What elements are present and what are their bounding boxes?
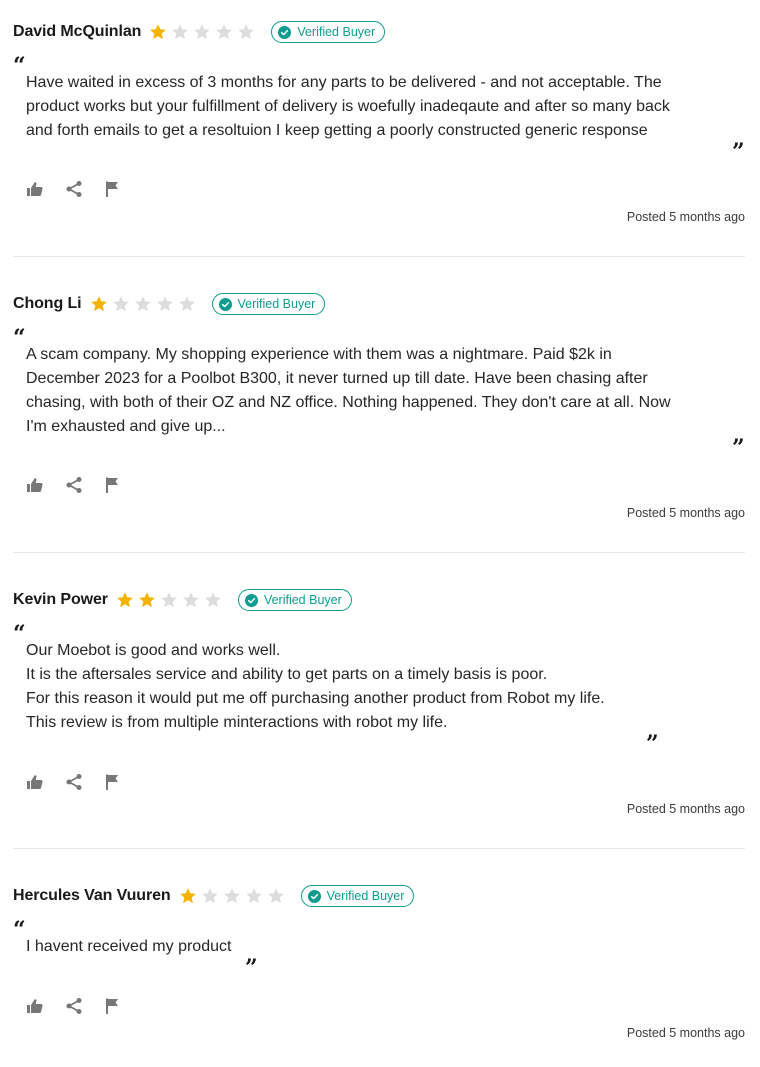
- star-icon: [215, 23, 233, 41]
- star-rating: [116, 591, 226, 609]
- review-text-line: Have waited in excess of 3 months for an…: [26, 74, 662, 91]
- review-actions: [26, 180, 143, 198]
- badge-label: Verified Buyer: [263, 593, 342, 607]
- review-card: Hercules Van Vuuren Verified Buyer: [13, 883, 745, 909]
- reviewer-name: Kevin Power: [13, 591, 108, 608]
- close-quote-icon: ”: [646, 731, 659, 757]
- star-icon: [160, 591, 178, 609]
- star-icon: [223, 887, 241, 905]
- review-text-line: and forth emails to get a resoltuion I k…: [26, 122, 648, 139]
- review-text: Our Moebot is good and works well. It is…: [26, 639, 736, 735]
- star-icon: [193, 23, 211, 41]
- review-actions: [26, 997, 143, 1015]
- star-icon: [179, 887, 197, 905]
- review-header: Chong Li Verified Buyer: [13, 291, 745, 317]
- thumbs-up-icon[interactable]: [26, 476, 44, 494]
- review-card: Chong Li Verified Buyer: [13, 291, 745, 317]
- divider: [13, 848, 745, 849]
- check-circle-icon: [307, 889, 321, 903]
- posted-date: Posted 5 months ago: [626, 1026, 745, 1040]
- badge-label: Verified Buyer: [237, 297, 316, 311]
- star-icon: [156, 295, 174, 313]
- posted-date: Posted 5 months ago: [626, 802, 745, 816]
- verified-buyer-badge: Verified Buyer: [271, 21, 386, 43]
- review-header: Hercules Van Vuuren Verified Buyer: [13, 883, 745, 909]
- review-actions: [26, 476, 143, 494]
- star-icon: [138, 591, 156, 609]
- close-quote-icon: ”: [732, 435, 745, 461]
- star-icon: [134, 295, 152, 313]
- reviewer-name: Chong Li: [13, 295, 82, 312]
- review-text-line: I havent received my product: [26, 938, 232, 955]
- share-icon[interactable]: [65, 773, 83, 791]
- star-icon: [90, 295, 108, 313]
- posted-date: Posted 5 months ago: [626, 506, 745, 520]
- star-rating: [90, 295, 200, 313]
- share-icon[interactable]: [65, 476, 83, 494]
- review-text-line: product works but your fulfillment of de…: [26, 98, 670, 115]
- flag-icon[interactable]: [104, 476, 122, 494]
- star-icon: [204, 591, 222, 609]
- flag-icon[interactable]: [104, 997, 122, 1015]
- review-card: Kevin Power Verified Buyer: [13, 587, 745, 613]
- open-quote-icon: “: [13, 621, 26, 647]
- star-icon: [182, 591, 200, 609]
- divider: [13, 552, 745, 553]
- star-icon: [116, 591, 134, 609]
- badge-label: Verified Buyer: [326, 889, 405, 903]
- review-text-line: For this reason it would put me off purc…: [26, 690, 605, 707]
- badge-label: Verified Buyer: [297, 25, 376, 39]
- check-circle-icon: [218, 297, 232, 311]
- review-text-line: I'm exhausted and give up...: [26, 418, 226, 435]
- thumbs-up-icon[interactable]: [26, 180, 44, 198]
- star-icon: [178, 295, 196, 313]
- review-text: A scam company. My shopping experience w…: [26, 343, 736, 439]
- review-header: David McQuinlan Verified Buyer: [13, 19, 745, 45]
- review-text-line: It is the aftersales service and ability…: [26, 666, 548, 683]
- star-icon: [267, 887, 285, 905]
- check-circle-icon: [244, 593, 258, 607]
- star-icon: [245, 887, 263, 905]
- thumbs-up-icon[interactable]: [26, 997, 44, 1015]
- close-quote-icon: ”: [245, 955, 258, 981]
- thumbs-up-icon[interactable]: [26, 773, 44, 791]
- review-header: Kevin Power Verified Buyer: [13, 587, 745, 613]
- reviewer-name: Hercules Van Vuuren: [13, 887, 171, 904]
- open-quote-icon: “: [13, 325, 26, 351]
- star-icon: [112, 295, 130, 313]
- check-circle-icon: [278, 25, 292, 39]
- review-text-line: This review is from multiple minteractio…: [26, 714, 448, 731]
- review-actions: [26, 773, 143, 791]
- share-icon[interactable]: [65, 180, 83, 198]
- flag-icon[interactable]: [104, 773, 122, 791]
- review-text: I havent received my product: [26, 935, 736, 959]
- review-text-line: December 2023 for a Poolbot B300, it nev…: [26, 370, 648, 387]
- star-icon: [149, 23, 167, 41]
- verified-buyer-badge: Verified Buyer: [211, 293, 326, 315]
- open-quote-icon: “: [13, 53, 26, 79]
- flag-icon[interactable]: [104, 180, 122, 198]
- review-text-line: chasing, with both of their OZ and NZ of…: [26, 394, 671, 411]
- verified-buyer-badge: Verified Buyer: [300, 885, 415, 907]
- star-icon: [237, 23, 255, 41]
- star-icon: [171, 23, 189, 41]
- reviewer-name: David McQuinlan: [13, 23, 142, 40]
- divider: [13, 256, 745, 257]
- review-text-line: Our Moebot is good and works well.: [26, 642, 281, 659]
- review-card: David McQuinlan Verified Buyer: [13, 19, 745, 45]
- open-quote-icon: “: [13, 917, 26, 943]
- verified-buyer-badge: Verified Buyer: [237, 589, 352, 611]
- close-quote-icon: ”: [732, 139, 745, 165]
- share-icon[interactable]: [65, 997, 83, 1015]
- star-rating: [149, 23, 259, 41]
- star-rating: [179, 887, 289, 905]
- review-text: Have waited in excess of 3 months for an…: [26, 71, 736, 143]
- posted-date: Posted 5 months ago: [626, 210, 745, 224]
- review-text-line: A scam company. My shopping experience w…: [26, 346, 612, 363]
- star-icon: [201, 887, 219, 905]
